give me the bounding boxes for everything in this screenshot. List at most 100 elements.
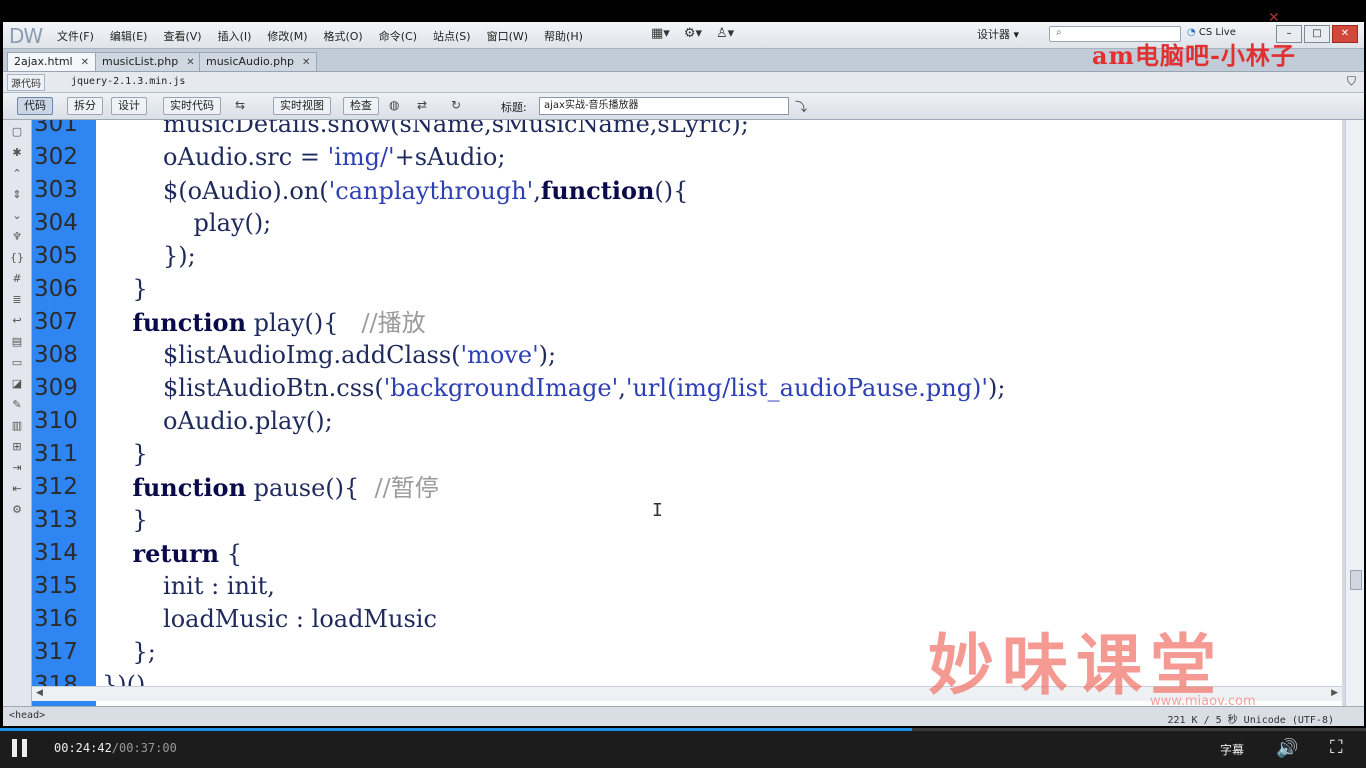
gear-icon[interactable]: ⚙▾ bbox=[684, 26, 702, 41]
current-time: 00:24:42 bbox=[54, 741, 112, 755]
code-line[interactable]: 308 $listAudioImg.addClass('move'); bbox=[32, 339, 1342, 372]
live-code-icon[interactable]: ⇆ bbox=[235, 98, 245, 112]
related-file-jquery[interactable]: jquery-2.1.3.min.js bbox=[71, 76, 185, 87]
code-line[interactable]: 307 function play(){ //播放 bbox=[32, 306, 1342, 339]
collapse-selection-icon[interactable]: ⇕ bbox=[6, 186, 28, 204]
tab-2ajax[interactable]: 2ajax.html ✕ bbox=[7, 52, 96, 71]
select-parent-tag-icon[interactable]: ♆ bbox=[6, 228, 28, 246]
code-line[interactable]: 310 oAudio.play(); bbox=[32, 405, 1342, 438]
menu-item[interactable]: 格式(O) bbox=[323, 28, 362, 44]
line-number: 302 bbox=[34, 144, 78, 170]
indent-icon[interactable]: ⇥ bbox=[6, 459, 28, 477]
code-line[interactable]: 314 return { bbox=[32, 537, 1342, 570]
remove-comment-icon[interactable]: ◪ bbox=[6, 375, 28, 393]
preview-icon[interactable]: ◍ bbox=[389, 98, 399, 112]
code-line[interactable]: 302 oAudio.src = 'img/'+sAudio; bbox=[32, 141, 1342, 174]
menu-item[interactable]: 编辑(E) bbox=[110, 28, 148, 44]
menu-item[interactable]: 窗口(W) bbox=[487, 28, 528, 44]
visual-aids-icon[interactable]: ⇄ bbox=[417, 98, 427, 112]
word-wrap-icon[interactable]: ↩ bbox=[6, 312, 28, 330]
line-numbers-icon[interactable]: # bbox=[6, 270, 28, 288]
code-token: $listAudioBtn.css( bbox=[102, 374, 384, 402]
video-player-controls: 00:24:42/00:37:00 字幕 🔊 ⛶ bbox=[0, 728, 1366, 768]
code-line[interactable]: 315 init : init, bbox=[32, 570, 1342, 603]
code-line[interactable]: 311 } bbox=[32, 438, 1342, 471]
split-view-button[interactable]: 拆分 bbox=[67, 97, 103, 115]
show-code-navigator-icon[interactable]: ✱ bbox=[6, 144, 28, 162]
pause-button[interactable] bbox=[12, 739, 28, 757]
tab-label: musicList.php bbox=[102, 55, 179, 68]
menu-item[interactable]: 插入(I) bbox=[218, 28, 252, 44]
collapse-full-tag-icon[interactable]: ⌃ bbox=[6, 165, 28, 183]
live-code-button[interactable]: 实时代码 bbox=[163, 97, 221, 115]
tab-musicaudio[interactable]: musicAudio.php ✕ bbox=[199, 52, 318, 71]
close-tab-icon[interactable]: ✕ bbox=[186, 57, 194, 68]
outdent-icon[interactable]: ⇤ bbox=[6, 480, 28, 498]
close-tab-icon[interactable]: ✕ bbox=[81, 57, 89, 68]
file-management-icon[interactable]: ⤵ bbox=[795, 98, 807, 115]
code-token: 'canplaythrough' bbox=[328, 177, 534, 205]
code-line[interactable]: 305 }); bbox=[32, 240, 1342, 273]
menu-item[interactable]: 文件(F) bbox=[57, 28, 94, 44]
scroll-right-icon[interactable]: ▶ bbox=[1331, 688, 1338, 698]
menu-item[interactable]: 帮助(H) bbox=[544, 28, 583, 44]
inspect-button[interactable]: 检查 bbox=[343, 97, 379, 115]
apply-comment-icon[interactable]: ▭ bbox=[6, 354, 28, 372]
tag-selector[interactable]: <head> bbox=[9, 710, 45, 721]
open-documents-icon[interactable]: ▢ bbox=[6, 123, 28, 141]
move-css-icon[interactable]: ⊞ bbox=[6, 438, 28, 456]
code-line[interactable]: 301 musicDetails.show(sName,sMusicName,s… bbox=[32, 120, 1342, 141]
design-view-button[interactable]: 设计 bbox=[111, 97, 147, 115]
tab-musiclist[interactable]: musicList.php ✕ bbox=[95, 52, 202, 71]
code-line[interactable]: 313 } bbox=[32, 504, 1342, 537]
site-icon[interactable]: ♙▾ bbox=[716, 26, 734, 41]
refresh-icon[interactable]: ↻ bbox=[451, 98, 461, 112]
code-token: oAudio.play(); bbox=[102, 407, 333, 435]
code-line[interactable]: 312 function pause(){ //暂停 bbox=[32, 471, 1342, 504]
live-view-button[interactable]: 实时视图 bbox=[273, 97, 331, 115]
code-line[interactable]: 306 } bbox=[32, 273, 1342, 306]
balance-braces-icon[interactable]: {} bbox=[6, 249, 28, 267]
menu-item[interactable]: 命令(C) bbox=[379, 28, 417, 44]
line-number: 312 bbox=[34, 474, 78, 500]
workspace-switcher[interactable]: 设计器 ▾ bbox=[977, 26, 1019, 42]
syntax-error-icon[interactable]: ▤ bbox=[6, 333, 28, 351]
menu-item[interactable]: 修改(M) bbox=[267, 28, 307, 44]
vertical-scrollbar[interactable] bbox=[1345, 120, 1364, 706]
maximize-button[interactable]: □ bbox=[1304, 25, 1330, 43]
filter-icon[interactable]: ⛉ bbox=[1347, 74, 1356, 89]
menu-item[interactable]: 查看(V) bbox=[163, 28, 201, 44]
close-button[interactable]: ✕ bbox=[1332, 25, 1358, 43]
scroll-thumb[interactable] bbox=[1350, 570, 1362, 590]
tab-label: 2ajax.html bbox=[14, 55, 73, 68]
code-token: ); bbox=[538, 341, 557, 369]
line-code: musicDetails.show(sName,sMusicName,sLyri… bbox=[102, 120, 749, 141]
code-view-button[interactable]: 代码 bbox=[17, 97, 53, 115]
wrap-tag-icon[interactable]: ✎ bbox=[6, 396, 28, 414]
highlight-invalid-icon[interactable]: ≣ bbox=[6, 291, 28, 309]
progress-bar[interactable] bbox=[0, 728, 1366, 731]
layout-icon[interactable]: ▦▾ bbox=[651, 26, 670, 41]
document-title-input[interactable]: ajax实战-音乐播放器 bbox=[539, 97, 789, 115]
line-number: 317 bbox=[34, 639, 78, 665]
recent-snippets-icon[interactable]: ▥ bbox=[6, 417, 28, 435]
status-bar: <head> 221 K / 5 秒 Unicode (UTF-8) bbox=[3, 706, 1364, 726]
menu-item[interactable]: 站点(S) bbox=[433, 28, 471, 44]
expand-all-icon[interactable]: ⌄ bbox=[6, 207, 28, 225]
code-token: oAudio.src = bbox=[102, 143, 328, 171]
scroll-left-icon[interactable]: ◀ bbox=[36, 688, 43, 698]
fullscreen-icon[interactable]: ⛶ bbox=[1330, 737, 1343, 758]
code-line[interactable]: 309 $listAudioBtn.css('backgroundImage',… bbox=[32, 372, 1342, 405]
source-code-button[interactable]: 源代码 bbox=[7, 74, 45, 91]
volume-icon[interactable]: 🔊 bbox=[1276, 738, 1298, 759]
pause-icon-bar bbox=[22, 739, 27, 757]
close-tab-icon[interactable]: ✕ bbox=[302, 57, 310, 68]
code-token: +sAudio; bbox=[394, 143, 506, 171]
code-token: function bbox=[132, 308, 247, 337]
code-token: function bbox=[540, 176, 655, 205]
format-source-icon[interactable]: ⚙ bbox=[6, 501, 28, 519]
subtitle-button[interactable]: 字幕 bbox=[1220, 741, 1244, 758]
code-line[interactable]: 304 play(); bbox=[32, 207, 1342, 240]
code-line[interactable]: 303 $(oAudio).on('canplaythrough',functi… bbox=[32, 174, 1342, 207]
line-number: 311 bbox=[34, 441, 78, 467]
